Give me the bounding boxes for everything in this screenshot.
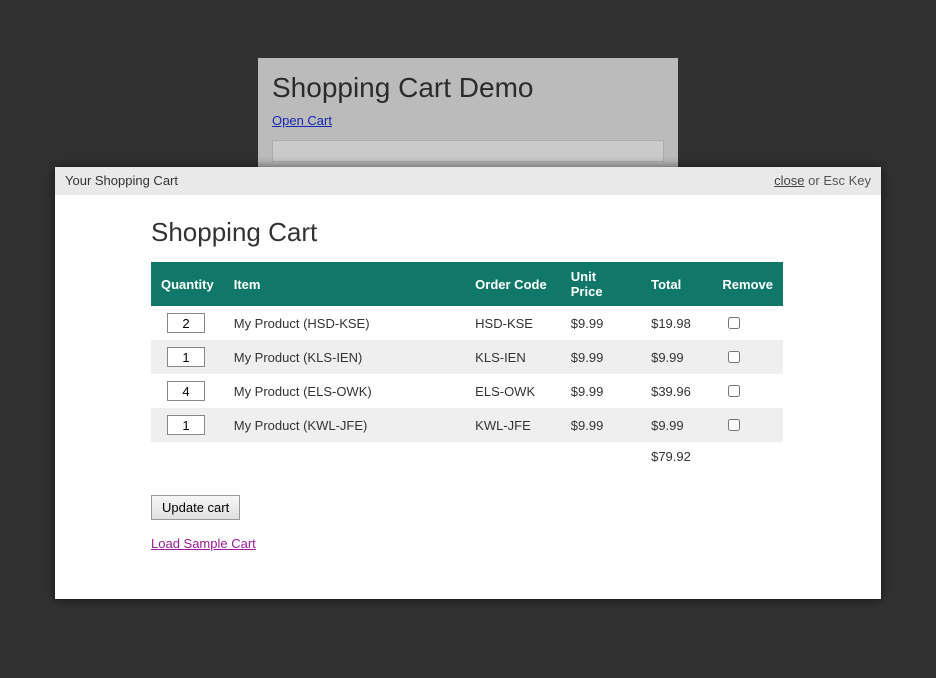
cell-order-code: KWL-JFE: [465, 408, 561, 442]
cell-item: My Product (KWL-JFE): [224, 408, 465, 442]
cell-order-code: KLS-IEN: [465, 340, 561, 374]
empty-cell: [151, 442, 224, 471]
remove-checkbox[interactable]: [728, 317, 740, 329]
table-row: My Product (KWL-JFE)KWL-JFE$9.99$9.99: [151, 408, 783, 442]
col-total: Total: [641, 262, 712, 306]
col-unit-price: Unit Price: [561, 262, 641, 306]
modal-body: Shopping Cart Quantity Item Order Code U…: [55, 195, 881, 571]
cell-total: $39.96: [641, 374, 712, 408]
quantity-input[interactable]: [167, 415, 205, 435]
table-row: My Product (ELS-OWK)ELS-OWK$9.99$39.96: [151, 374, 783, 408]
cell-remove: [712, 306, 783, 340]
empty-cell: [224, 442, 465, 471]
cell-item: My Product (HSD-KSE): [224, 306, 465, 340]
col-item: Item: [224, 262, 465, 306]
quantity-input[interactable]: [167, 313, 205, 333]
cart-modal: Your Shopping Cart close or Esc Key Shop…: [55, 167, 881, 599]
cell-total: $19.98: [641, 306, 712, 340]
update-cart-button[interactable]: Update cart: [151, 495, 240, 520]
cell-quantity: [151, 408, 224, 442]
cell-remove: [712, 408, 783, 442]
cell-unit-price: $9.99: [561, 408, 641, 442]
cell-quantity: [151, 306, 224, 340]
col-remove: Remove: [712, 262, 783, 306]
cell-order-code: HSD-KSE: [465, 306, 561, 340]
cell-total: $9.99: [641, 408, 712, 442]
close-link[interactable]: close: [774, 173, 804, 188]
col-order-code: Order Code: [465, 262, 561, 306]
cell-quantity: [151, 374, 224, 408]
grand-total: $79.92: [641, 442, 712, 471]
cell-order-code: ELS-OWK: [465, 374, 561, 408]
cell-unit-price: $9.99: [561, 340, 641, 374]
cell-quantity: [151, 340, 224, 374]
cell-unit-price: $9.99: [561, 374, 641, 408]
table-header-row: Quantity Item Order Code Unit Price Tota…: [151, 262, 783, 306]
remove-checkbox[interactable]: [728, 351, 740, 363]
cell-total: $9.99: [641, 340, 712, 374]
empty-cell: [465, 442, 561, 471]
quantity-input[interactable]: [167, 347, 205, 367]
cell-item: My Product (KLS-IEN): [224, 340, 465, 374]
cell-remove: [712, 340, 783, 374]
modal-close-area: close or Esc Key: [774, 167, 871, 195]
cell-unit-price: $9.99: [561, 306, 641, 340]
empty-cell: [561, 442, 641, 471]
col-quantity: Quantity: [151, 262, 224, 306]
cell-remove: [712, 374, 783, 408]
table-row: My Product (HSD-KSE)HSD-KSE$9.99$19.98: [151, 306, 783, 340]
load-sample-cart-link[interactable]: Load Sample Cart: [151, 536, 256, 551]
cell-item: My Product (ELS-OWK): [224, 374, 465, 408]
modal-title: Your Shopping Cart: [65, 167, 178, 195]
table-row: My Product (KLS-IEN)KLS-IEN$9.99$9.99: [151, 340, 783, 374]
remove-checkbox[interactable]: [728, 385, 740, 397]
cart-heading: Shopping Cart: [151, 217, 785, 248]
empty-cell: [712, 442, 783, 471]
remove-checkbox[interactable]: [728, 419, 740, 431]
cart-table: Quantity Item Order Code Unit Price Tota…: [151, 262, 783, 471]
close-hint: or Esc Key: [805, 173, 871, 188]
modal-header: Your Shopping Cart close or Esc Key: [55, 167, 881, 195]
quantity-input[interactable]: [167, 381, 205, 401]
grand-total-row: $79.92: [151, 442, 783, 471]
